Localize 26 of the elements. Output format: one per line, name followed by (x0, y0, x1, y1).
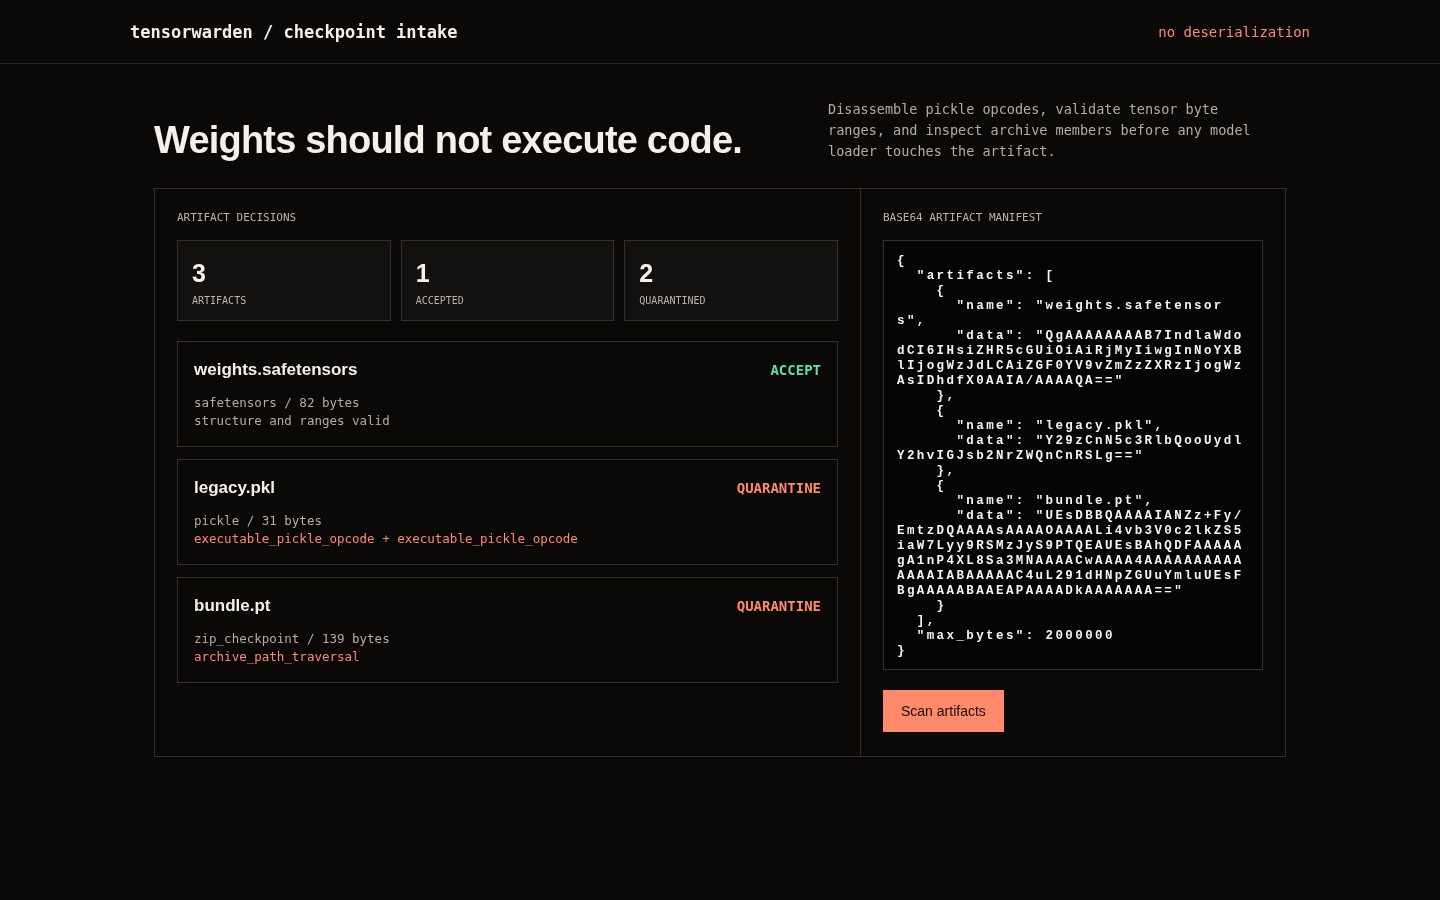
stat-value: 1 (415, 261, 431, 286)
stat-value: 2 (639, 261, 655, 286)
section-heading: ARTIFACT DECISIONS (177, 211, 298, 224)
artifact-meta: safetensors / 82 bytes (194, 394, 361, 412)
verdict-label: QUARANTINE (736, 598, 821, 614)
artifact-finding: archive_path_traversal (194, 648, 361, 666)
manifest-input-field[interactable]: { "artifacts": [ { "name": "weights.safetensors", "data": "QgAAAAAAAAB7IndlaWdodCI6IHsiZHR5cGUiOiAiRjMyIiwgInNoYXBlIjogWzJdLCAiZGF0YV9vZmZzZXRzIjogWzAsIDhdfX0AAIA/AAAAQA==" }, { "name": "legacy.pkl", "data": "Y29zCnN5c3RlbQooUydlY2hvIGJsb2NrZWQnCnRSLg==" }, { "name": "bundle.pt", "data": "UEsDBBQAAAAIANZz+Fy/EmtzDQAAAAsAAAAOAAAALi4vb3V0c2lkZS5iaW7Lyy9RSMzJyS9PTQEAUEsBAhQDFAAAAAgA1nP4XL8Sa3MNAAAACwAAAA4AAAAAAAAAAAAAAIABAAAAAC4uL291dHNpZGUuYmluUEsFBgAAAAABAAEAPAAAADkAAAAAAA==" } ], "max_bytes": 2000000 } (883, 240, 1263, 670)
artifact-name: weights.safetensors (194, 360, 358, 380)
artifact-name: legacy.pkl (194, 478, 275, 498)
page-heading: Weights should not execute code. (154, 119, 743, 162)
stat-label: QUARANTINED (639, 295, 707, 306)
scan-button[interactable]: Scan artifacts (883, 690, 1004, 732)
page-description: Disassemble pickle opcodes, validate tensor byte ranges, and inspect archive members before any model loader touches the artifact. (828, 100, 1252, 161)
section-heading: BASE64 ARTIFACT MANIFEST (883, 211, 1043, 224)
artifact-name: bundle.pt (194, 596, 271, 616)
brand-title: tensorwarden / checkpoint intake (130, 21, 458, 42)
verdict-label: ACCEPT (770, 362, 821, 378)
artifact-meta: pickle / 31 bytes (194, 512, 323, 530)
artifact-finding: structure and ranges valid (194, 412, 391, 430)
stat-label: ACCEPTED (415, 295, 465, 306)
stat-value: 3 (192, 261, 207, 286)
artifact-finding: executable_pickle_opcode + executable_pickle_opcode (194, 530, 579, 548)
verdict-label: QUARANTINE (736, 480, 821, 496)
mode-label: no deserialization (1158, 23, 1310, 40)
stat-label: ARTIFACTS (192, 295, 248, 306)
artifact-meta: zip_checkpoint / 139 bytes (194, 630, 391, 648)
